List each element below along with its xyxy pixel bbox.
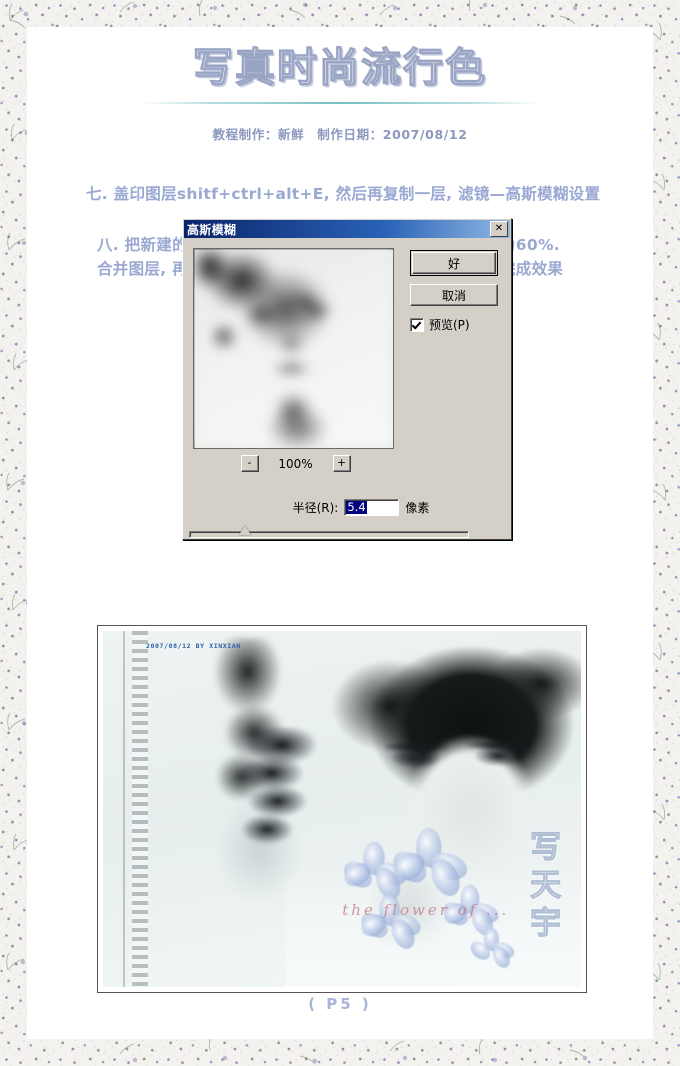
zoom-in-button[interactable]: + — [332, 455, 351, 472]
dialog-titlebar[interactable]: 高斯模糊 ✕ — [184, 220, 510, 238]
dialog-body: - 100% + 好 取消 预览(P) — [183, 239, 511, 483]
final-photo-frame: 写天宇 the flower of ... 2007/08/12 BY XINX… — [97, 625, 587, 993]
radius-input[interactable]: 5.4 — [344, 499, 400, 516]
radius-row: 半径(R): 5.4 像素 — [183, 499, 511, 516]
preview-checkbox[interactable] — [410, 317, 424, 332]
preview-checkbox-label: 预览(P) — [429, 318, 470, 332]
tutorial-page: 写真时尚流行色 教程制作：新鲜 制作日期：2007/08/12 七. 盖印图层s… — [27, 27, 653, 1039]
step-7-text: 七. 盖印图层shitf+ctrl+alt+E, 然后再复制一层, 滤镜—高斯模… — [86, 185, 601, 203]
final-result-photo: 写天宇 the flower of ... 2007/08/12 BY XINX… — [103, 631, 581, 987]
close-icon[interactable]: ✕ — [490, 221, 508, 237]
portrait-eyes — [385, 741, 538, 774]
wristband-detail — [222, 727, 328, 856]
preview-zoom-controls: - 100% + — [193, 455, 398, 472]
zoom-out-button[interactable]: - — [240, 455, 259, 472]
photo-watermark: 2007/08/12 BY XINXIAN — [146, 642, 241, 651]
radius-unit-label: 像素 — [405, 501, 430, 515]
photo-vertical-decor-text: 写天宇 — [524, 830, 561, 945]
photo-script-decor-text: the flower of ... — [342, 901, 510, 920]
ok-button-default-frame: 好 — [410, 250, 498, 276]
byline: 教程制作：新鲜 制作日期：2007/08/12 — [212, 127, 468, 142]
radius-label: 半径(R): — [292, 501, 339, 515]
blur-preview-image[interactable] — [193, 248, 394, 449]
slider-thumb[interactable] — [238, 525, 251, 535]
title-block: 写真时尚流行色 教程制作：新鲜 制作日期：2007/08/12 — [27, 27, 653, 143]
gaussian-blur-dialog[interactable]: 高斯模糊 ✕ - 100% + 好 取消 预览(P) 半径(R): 5.4 像素 — [182, 218, 512, 540]
preview-checkbox-row[interactable]: 预览(P) — [410, 316, 498, 333]
dialog-left-column: - 100% + — [193, 248, 398, 472]
page-marker: ( P5 ) — [308, 995, 372, 1013]
ok-button[interactable]: 好 — [412, 252, 496, 274]
film-strip-line — [123, 631, 126, 987]
zoom-level-label: 100% — [278, 456, 313, 471]
radius-slider[interactable] — [189, 525, 469, 539]
dialog-title: 高斯模糊 — [187, 222, 237, 237]
title-divider — [140, 102, 540, 104]
slider-track[interactable] — [189, 531, 469, 538]
dialog-right-column: 好 取消 预览(P) — [410, 248, 498, 472]
blurred-portrait-preview — [194, 249, 393, 448]
cancel-button[interactable]: 取消 — [410, 284, 498, 306]
film-strip — [131, 631, 148, 987]
radius-input-value: 5.4 — [346, 500, 367, 514]
page-title: 写真时尚流行色 — [192, 45, 487, 91]
